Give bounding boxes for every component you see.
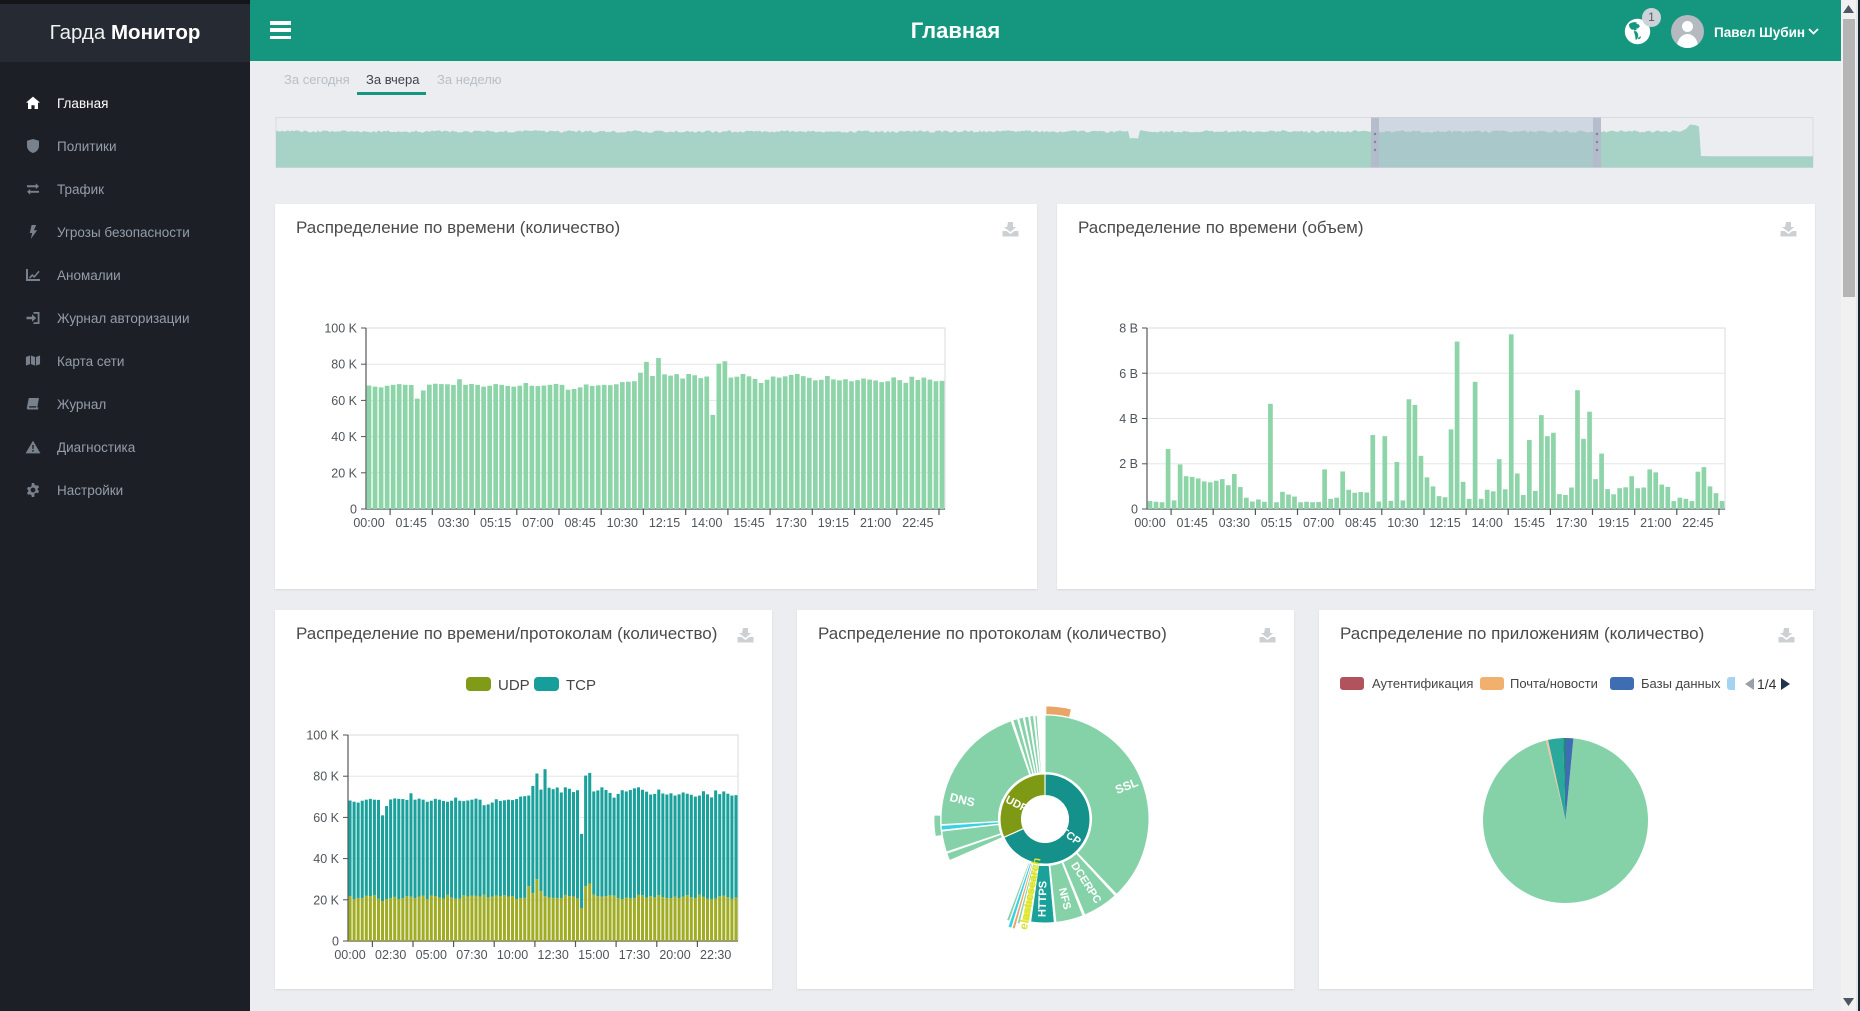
svg-text:40 K: 40 K — [331, 430, 357, 444]
svg-text:07:00: 07:00 — [1303, 516, 1334, 530]
svg-text:15:00: 15:00 — [578, 948, 609, 962]
svg-text:80 K: 80 K — [313, 770, 339, 784]
svg-text:60 K: 60 K — [313, 811, 339, 825]
svg-text:00:00: 00:00 — [353, 516, 384, 530]
svg-text:00:00: 00:00 — [334, 948, 365, 962]
svg-text:01:45: 01:45 — [1177, 516, 1208, 530]
svg-text:21:00: 21:00 — [860, 516, 891, 530]
svg-text:20 K: 20 K — [331, 466, 357, 480]
svg-text:05:15: 05:15 — [480, 516, 511, 530]
svg-text:00:00: 00:00 — [1134, 516, 1165, 530]
svg-text:15:45: 15:45 — [1514, 516, 1545, 530]
svg-text:0: 0 — [1131, 503, 1138, 517]
svg-text:17:30: 17:30 — [1556, 516, 1587, 530]
svg-text:10:00: 10:00 — [497, 948, 528, 962]
svg-text:0: 0 — [332, 935, 339, 949]
svg-text:14:00: 14:00 — [1472, 516, 1503, 530]
svg-text:2 B: 2 B — [1119, 457, 1138, 471]
svg-text:17:30: 17:30 — [619, 948, 650, 962]
svg-text:HTTPS: HTTPS — [1037, 881, 1050, 917]
svg-text:12:30: 12:30 — [538, 948, 569, 962]
svg-text:08:45: 08:45 — [564, 516, 595, 530]
svg-text:20 K: 20 K — [313, 893, 339, 907]
svg-text:4 B: 4 B — [1119, 412, 1138, 426]
svg-text:14:00: 14:00 — [691, 516, 722, 530]
svg-text:22:45: 22:45 — [1682, 516, 1713, 530]
svg-text:8 B: 8 B — [1119, 322, 1138, 336]
svg-text:100 K: 100 K — [306, 729, 339, 743]
svg-text:80 K: 80 K — [331, 358, 357, 372]
svg-text:07:00: 07:00 — [522, 516, 553, 530]
svg-text:05:15: 05:15 — [1261, 516, 1292, 530]
svg-text:07:30: 07:30 — [456, 948, 487, 962]
svg-text:10:30: 10:30 — [607, 516, 638, 530]
svg-text:02:30: 02:30 — [375, 948, 406, 962]
svg-text:03:30: 03:30 — [1219, 516, 1250, 530]
svg-text:22:45: 22:45 — [902, 516, 933, 530]
svg-text:08:45: 08:45 — [1345, 516, 1376, 530]
svg-text:100 K: 100 K — [324, 322, 357, 336]
svg-text:60 K: 60 K — [331, 394, 357, 408]
svg-text:21:00: 21:00 — [1640, 516, 1671, 530]
svg-text:12:15: 12:15 — [1429, 516, 1460, 530]
svg-text:10:30: 10:30 — [1387, 516, 1418, 530]
svg-text:01:45: 01:45 — [396, 516, 427, 530]
svg-text:20:00: 20:00 — [659, 948, 690, 962]
svg-text:22:30: 22:30 — [700, 948, 731, 962]
svg-text:12:15: 12:15 — [649, 516, 680, 530]
svg-text:19:15: 19:15 — [1598, 516, 1629, 530]
svg-text:15:45: 15:45 — [733, 516, 764, 530]
svg-text:03:30: 03:30 — [438, 516, 469, 530]
svg-text:0: 0 — [350, 503, 357, 517]
svg-text:6 B: 6 B — [1119, 367, 1138, 381]
svg-text:17:30: 17:30 — [776, 516, 807, 530]
svg-text:40 K: 40 K — [313, 852, 339, 866]
svg-text:05:00: 05:00 — [416, 948, 447, 962]
svg-text:19:15: 19:15 — [818, 516, 849, 530]
